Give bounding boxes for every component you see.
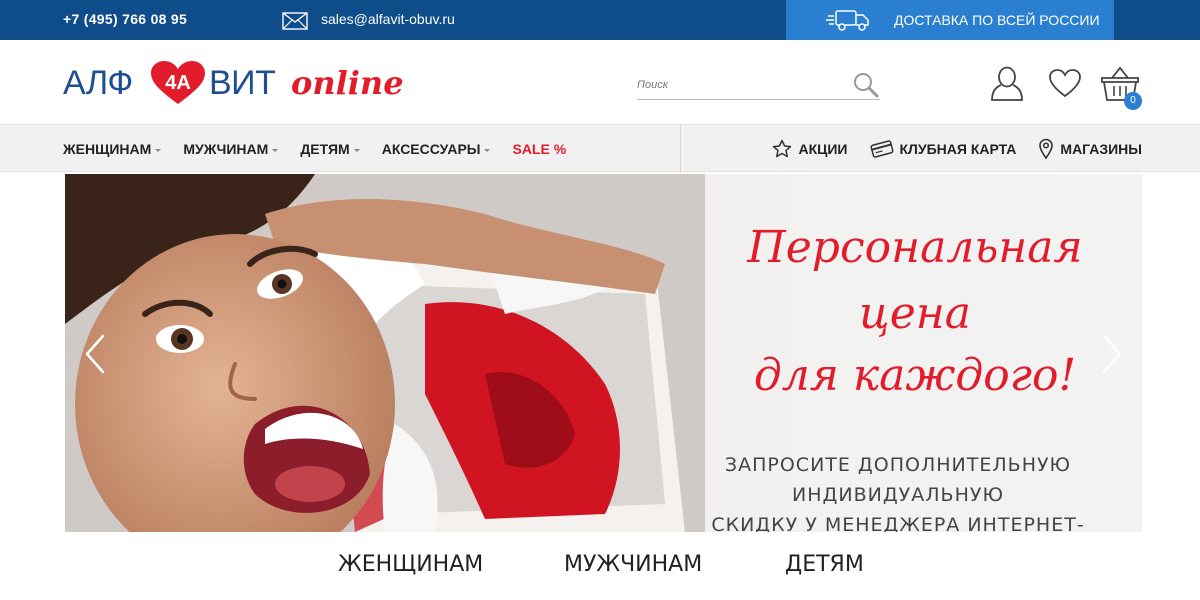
chevron-right-icon[interactable] (1100, 334, 1124, 374)
phone-number[interactable]: +7 (495) 766 08 95 (63, 11, 187, 27)
nav-link-club-card[interactable]: КЛУБНАЯ КАРТА (869, 139, 1017, 159)
banner-subtitle: ЗАПРОСИТЕ ДОПОЛНИТЕЛЬНУЮ ИНДИВИДУАЛЬНУЮ … (665, 450, 1131, 532)
nav-link-stores[interactable]: МАГАЗИНЫ (1038, 138, 1142, 160)
banner-headline-line1: Персональная (747, 222, 1083, 273)
cart-count-badge: 0 (1124, 92, 1142, 110)
category-link-women[interactable]: ЖЕНЩИНАМ (338, 552, 483, 577)
service-links: АКЦИИ КЛУБНАЯ КАРТА МАГАЗИНЫ (750, 125, 1142, 173)
search-box (637, 70, 880, 100)
nav-item-sale[interactable]: SALE % (512, 141, 566, 157)
delivery-text: ДОСТАВКА ПО ВСЕЙ РОССИИ (894, 12, 1100, 28)
location-icon (1039, 138, 1054, 160)
caret-down-icon (272, 148, 279, 152)
nav-item-label: МУЖЧИНАМ (183, 141, 269, 157)
nav-item-label: ЖЕНЩИНАМ (63, 141, 152, 157)
email-link[interactable]: sales@alfavit-obuv.ru (321, 11, 455, 27)
logo[interactable]: АЛФ 4A ВИТ online (63, 60, 423, 108)
nav-item-accessories[interactable]: АКСЕССУАРЫ (382, 141, 491, 157)
search-icon[interactable] (853, 72, 879, 98)
nav-item-women[interactable]: ЖЕНЩИНАМ (63, 141, 162, 157)
banner-subtitle-line1: ЗАПРОСИТЕ ДОПОЛНИТЕЛЬНУЮ ИНДИВИДУАЛЬНУЮ (724, 454, 1072, 506)
banner-headline-line2: цена (859, 288, 971, 339)
category-links: ЖЕНЩИНАМ МУЖЧИНАМ ДЕТЯМ (0, 548, 1200, 588)
caret-down-icon (484, 148, 491, 152)
mail-icon (282, 12, 308, 30)
nav-link-label: АКЦИИ (798, 141, 848, 157)
category-link-men[interactable]: МУЖЧИНАМ (564, 552, 702, 577)
logo-text-part1: АЛФ (63, 64, 133, 102)
nav-link-promotions[interactable]: АКЦИИ (772, 139, 848, 159)
heart-icon[interactable] (1048, 68, 1082, 98)
category-link-kids[interactable]: ДЕТЯМ (785, 552, 864, 577)
chevron-left-icon[interactable] (83, 334, 107, 374)
truck-icon (826, 10, 869, 31)
banner-photo (65, 174, 705, 532)
user-icon[interactable] (990, 66, 1024, 102)
top-bar: +7 (495) 766 08 95 sales@alfavit-obuv.ru… (0, 0, 1200, 40)
nav-link-label: КЛУБНАЯ КАРТА (899, 141, 1017, 157)
main-nav: ЖЕНЩИНАМ МУЖЧИНАМ ДЕТЯМ АКСЕССУАРЫ SALE … (0, 124, 1200, 173)
nav-item-label: SALE % (512, 141, 567, 157)
caret-down-icon (155, 148, 162, 152)
logo-online-text: online (291, 64, 404, 102)
card-icon (869, 140, 894, 158)
star-icon (773, 139, 792, 158)
site-header: АЛФ 4A ВИТ online 0 (0, 40, 1200, 124)
banner-subtitle-line2: СКИДКУ У МЕНЕДЖЕРА ИНТЕРНЕТ-МАГАЗИНА (711, 514, 1085, 532)
logo-heart-icon: 4A (151, 61, 205, 104)
caret-down-icon (353, 148, 360, 152)
nav-item-kids[interactable]: ДЕТЯМ (300, 141, 360, 157)
nav-item-men[interactable]: МУЖЧИНАМ (183, 141, 279, 157)
promo-banner[interactable]: Персональная цена для каждого! ЗАПРОСИТЕ… (65, 174, 1142, 532)
nav-link-label: МАГАЗИНЫ (1060, 141, 1142, 157)
nav-item-label: АКСЕССУАРЫ (381, 141, 481, 157)
category-menu: ЖЕНЩИНАМ МУЖЧИНАМ ДЕТЯМ АКСЕССУАРЫ SALE … (63, 125, 588, 173)
logo-heart-text: 4A (165, 72, 191, 94)
nav-divider (680, 125, 681, 173)
banner-headline: Персональная цена для каждого! (705, 222, 1125, 422)
search-input[interactable] (637, 74, 837, 96)
logo-text-part2: ВИТ (209, 64, 276, 102)
delivery-banner[interactable]: ДОСТАВКА ПО ВСЕЙ РОССИИ (786, 0, 1114, 40)
nav-item-label: ДЕТЯМ (300, 141, 350, 157)
banner-headline-line3: для каждого! (753, 350, 1077, 401)
